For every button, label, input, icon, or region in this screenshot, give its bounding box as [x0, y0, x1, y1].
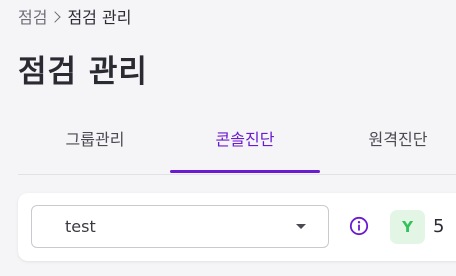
info-icon[interactable] — [349, 216, 369, 236]
breadcrumb-item-current: 점검 관리 — [67, 8, 132, 27]
chevron-down-icon — [296, 224, 306, 229]
filter-panel: test Y 5 — [18, 193, 456, 261]
breadcrumb: 점검 점검 관리 — [18, 8, 131, 28]
status-count: 5 — [433, 216, 445, 237]
tab-bar: 그룹관리 콘솔진단 원격진단 — [18, 120, 456, 175]
tab-remote-diagnosis[interactable]: 원격진단 — [338, 120, 456, 172]
tab-console-diagnosis[interactable]: 콘솔진단 — [170, 120, 320, 173]
chevron-right-icon — [49, 11, 62, 23]
breadcrumb-item-root[interactable]: 점검 — [18, 8, 47, 27]
tab-group-management[interactable]: 그룹관리 — [40, 120, 150, 172]
target-select-value: test — [65, 217, 96, 236]
status-badge: Y — [390, 210, 425, 244]
target-select[interactable]: test — [31, 205, 329, 248]
page-title: 점검 관리 — [18, 54, 148, 90]
